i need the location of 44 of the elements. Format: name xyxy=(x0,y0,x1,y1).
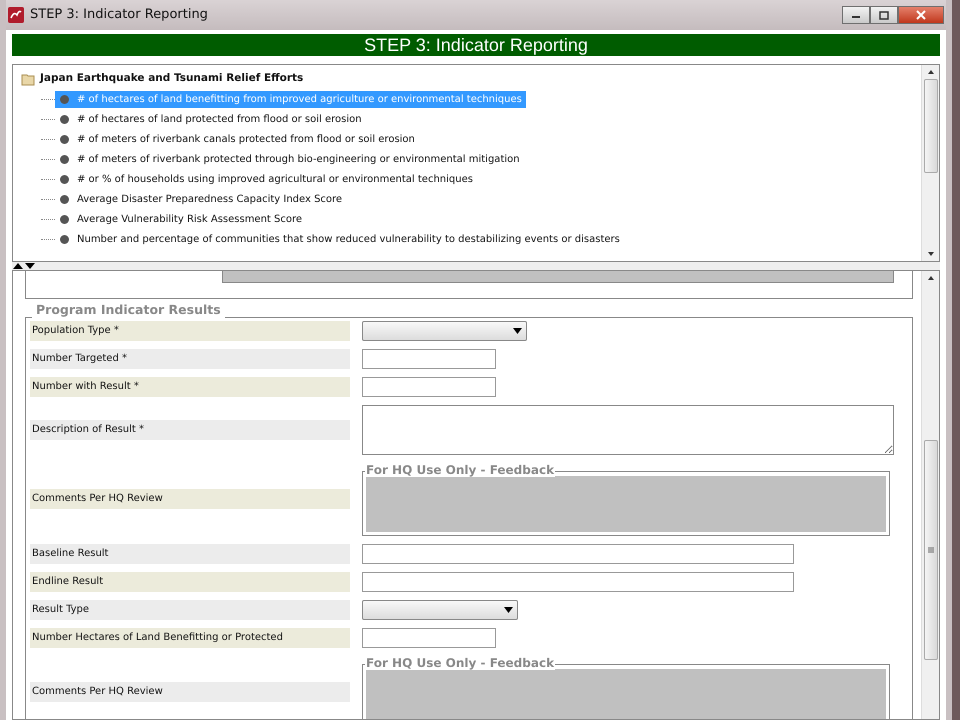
section-legend: Program Indicator Results xyxy=(32,304,225,316)
field-label: Comments Per HQ Review xyxy=(30,489,350,509)
field-label: Number Hectares of Land Benefitting or Protected xyxy=(30,628,350,648)
field-label: Description of Result * xyxy=(30,420,350,440)
tree-item[interactable]: Average Vulnerability Risk Assessment Score xyxy=(55,210,306,228)
input-field[interactable] xyxy=(362,348,496,368)
close-icon xyxy=(916,10,926,20)
input-field[interactable] xyxy=(362,544,794,564)
caret-icon xyxy=(504,606,513,612)
field-label: Number with Result * xyxy=(30,376,350,396)
input-field[interactable] xyxy=(362,572,794,592)
tree-item[interactable]: Average Disaster Preparedness Capacity Index Score xyxy=(55,190,346,208)
maximize-icon xyxy=(879,10,889,20)
field-label: Comments Per HQ Review xyxy=(30,682,350,702)
tree-item[interactable]: # or % of households using improved agricultural or environmental techniques xyxy=(55,170,477,188)
tree-root[interactable]: Japan Earthquake and Tsunami Relief Efforts xyxy=(21,69,913,89)
tree-item[interactable]: # of meters of riverbank protected through bio-engineering or environmental mitigation xyxy=(55,150,524,168)
tree-item[interactable]: Number and percentage of communities that show reduced vulnerability to destabilizing events or disasters xyxy=(55,230,624,248)
field-label: Result Type xyxy=(30,600,350,620)
caret-icon xyxy=(513,328,522,334)
field-label: Population Type * xyxy=(30,320,350,340)
grip-icon xyxy=(928,547,934,553)
tree-item[interactable]: # of meters of riverbank canals protected from flood or soil erosion xyxy=(55,130,419,148)
tree-item[interactable]: # of hectares of land protected from flood or soil erosion xyxy=(55,110,366,128)
input-field[interactable] xyxy=(362,376,496,396)
text-area[interactable] xyxy=(362,404,894,454)
minimize-button[interactable] xyxy=(842,6,870,24)
maximize-button[interactable] xyxy=(870,6,898,24)
folder-icon xyxy=(21,72,35,86)
scrollbar[interactable] xyxy=(921,271,939,719)
dropdown[interactable] xyxy=(362,320,527,340)
field-label: Number Targeted * xyxy=(30,348,350,368)
feedback-legend: For HQ Use Only - Feedback xyxy=(365,462,556,476)
field-label: Endline Result xyxy=(30,572,350,592)
close-button[interactable] xyxy=(898,6,944,24)
input-field[interactable] xyxy=(362,628,496,648)
scrollbar[interactable] xyxy=(921,65,939,261)
page-header: STEP 3: Indicator Reporting xyxy=(12,34,940,56)
window-title: STEP 3: Indicator Reporting xyxy=(30,6,208,24)
splitter-arrows-icon[interactable] xyxy=(12,262,38,270)
feedback-legend: For HQ Use Only - Feedback xyxy=(365,656,556,670)
field-label: Baseline Result xyxy=(30,544,350,564)
dropdown[interactable] xyxy=(362,600,518,620)
app-icon xyxy=(8,7,24,23)
